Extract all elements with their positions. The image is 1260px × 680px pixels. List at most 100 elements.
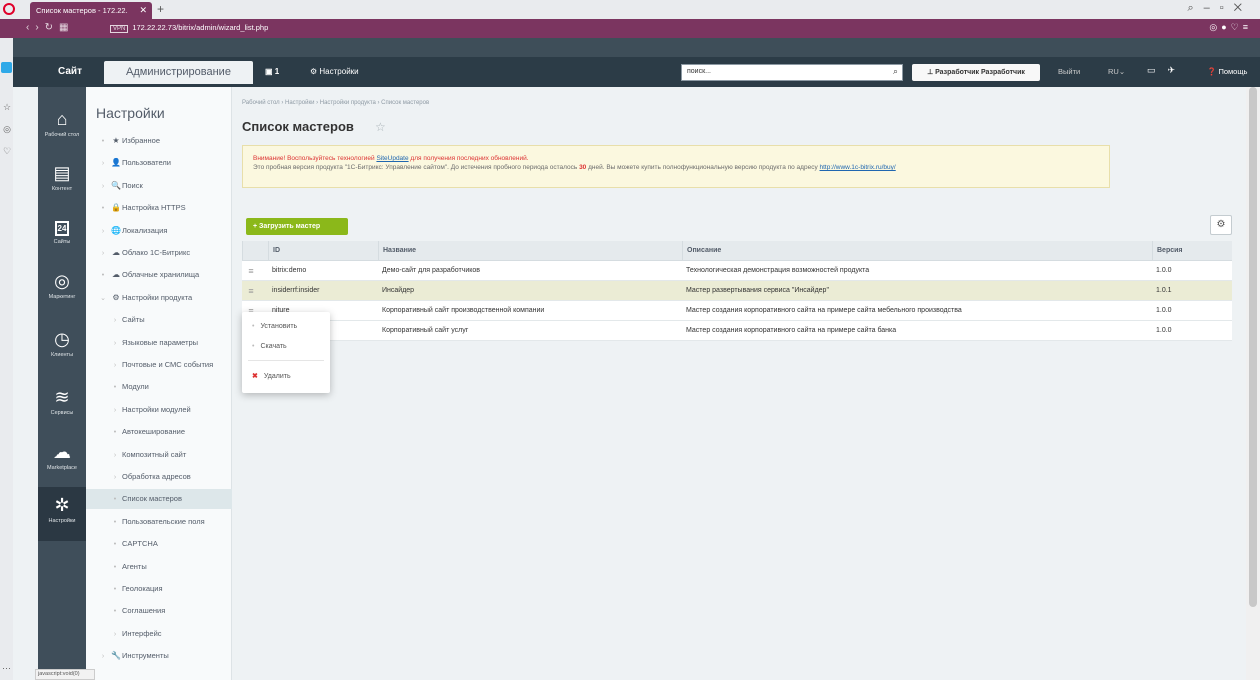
search-input[interactable]: поиск... ⌕ — [681, 64, 903, 81]
section-menu-item[interactable]: • Соглашения — [86, 601, 232, 621]
opera-logo-icon[interactable] — [3, 3, 15, 15]
menu-item-download[interactable]: • Скачать — [242, 338, 330, 356]
tab-administration[interactable]: Администрирование — [104, 61, 253, 84]
section-item-label: Настройка HTTPS — [122, 203, 186, 213]
help-icon: ❓ — [1207, 67, 1219, 76]
table-row[interactable]: ≡vicesКорпоративный сайт услугМастер соз… — [242, 321, 1232, 341]
new-tab-icon[interactable]: + — [157, 2, 164, 16]
header-name[interactable]: Название — [378, 241, 676, 261]
section-menu-item[interactable]: › Композитный сайт — [86, 445, 232, 465]
tab-close-icon[interactable]: ✕ — [139, 5, 147, 16]
left-menu-marketing[interactable]: ◎ Маркетинг — [38, 271, 86, 301]
menu-marker-icon: › — [101, 250, 105, 257]
vpn-badge[interactable]: VPN — [110, 25, 129, 33]
siteupdate-link[interactable]: SiteUpdate — [376, 155, 408, 162]
section-menu-item[interactable]: • 🔒Настройка HTTPS — [86, 198, 232, 218]
section-menu-item[interactable]: • Автокеширование — [86, 422, 232, 442]
toolbar-icons[interactable]: ▭✈ — [1147, 65, 1187, 76]
menu-item-delete[interactable]: ✖ Удалить — [242, 368, 330, 386]
address-bar: ‹›↻▦ VPN 172.22.22.73/bitrix/admin/wizard… — [0, 19, 1260, 38]
notifications-icon: ▣ — [265, 67, 275, 76]
opera-sidebar-icons[interactable]: ☆ ◎ ♡ — [2, 96, 12, 162]
logout-link[interactable]: Выйти — [1058, 67, 1080, 76]
browser-tab[interactable]: Список мастеров - 172.22. ✕ — [30, 2, 152, 19]
section-menu-item[interactable]: › Интерфейс — [86, 624, 232, 644]
opera-sidebar-active-icon[interactable] — [1, 62, 12, 73]
breadcrumb[interactable]: Рабочий стол › Настройки › Настройки про… — [242, 100, 429, 106]
nav-buttons[interactable]: ‹›↻▦ — [26, 22, 75, 33]
menu-marker-icon: › — [113, 451, 117, 459]
section-menu-item[interactable]: › Настройки модулей — [86, 400, 232, 420]
section-menu-item[interactable]: • Список мастеров — [86, 489, 232, 510]
cell-description: Мастер создания корпоративного сайта на … — [686, 327, 897, 334]
notifications-button[interactable]: ▣ 1 — [265, 67, 279, 76]
gear-icon: ⚙ — [310, 67, 320, 76]
user-button[interactable]: ⊥ Разработчик Разработчик — [912, 64, 1040, 81]
section-menu-item[interactable]: › 🌐Локализация — [86, 221, 232, 241]
left-menu-content[interactable]: ▤ Контент — [38, 163, 86, 193]
left-menu-settings[interactable]: ✲ Настройки — [38, 495, 86, 525]
header-description[interactable]: Описание — [682, 241, 1152, 261]
table-row[interactable]: ≡ bitrix:demo Демо-сайт для разработчиков Т… — [242, 261, 1232, 281]
section-item-label: Автокеширование — [122, 427, 186, 437]
section-menu-item[interactable]: › ☁ Облако 1С-Битрикс — [86, 243, 232, 263]
section-menu-item[interactable]: • Агенты — [86, 557, 232, 577]
warning-line-2: Это пробная версия продукта "1С-Битрикс:… — [253, 163, 1099, 172]
section-menu-item[interactable]: › 👤Пользователи — [86, 153, 232, 173]
left-menu-desktop[interactable]: ⌂ Рабочий стол — [38, 109, 86, 139]
tab-site[interactable]: Сайт — [46, 60, 94, 84]
scrollbar-thumb[interactable] — [1249, 87, 1257, 607]
menu-marker-icon: › — [113, 406, 117, 414]
section-item-label: Избранное — [122, 136, 161, 145]
menu-marker-icon: • — [113, 496, 117, 504]
section-title: Настройки — [96, 105, 165, 121]
section-menu-item[interactable]: ⌄ ⚙ Настройки продукта — [86, 288, 232, 308]
left-menu-marketplace[interactable]: ☁ Marketplace — [38, 442, 86, 472]
url-field[interactable]: VPN 172.22.22.73/bitrix/admin/wizard_list… — [110, 23, 268, 33]
section-item-label: Языковые параметры — [122, 337, 199, 347]
cell-name: Корпоративный сайт производственной комп… — [382, 307, 545, 314]
section-menu-item[interactable]: › Языковые параметры — [86, 333, 232, 353]
upload-wizard-button[interactable]: + Загрузить мастер — [246, 218, 348, 235]
settings-button[interactable]: ⚙ Настройки — [310, 67, 359, 76]
home-icon: ⌂ — [56, 109, 68, 129]
table-row[interactable]: ≡ insiderrf:insider Инсайдер Мастер разверт… — [242, 281, 1232, 301]
header-version[interactable]: Версия — [1152, 241, 1232, 261]
menu-separator — [248, 360, 324, 361]
left-menu-label: Сайты — [53, 239, 71, 245]
help-button[interactable]: ❓ Помощь — [1207, 67, 1247, 76]
left-menu-sites[interactable]: 24 Сайты — [38, 215, 86, 246]
main-content: Рабочий стол › Настройки › Настройки про… — [232, 87, 1246, 680]
section-menu-item[interactable]: › Обработка адресов — [86, 467, 232, 487]
section-menu-item[interactable]: • CAPTCHA — [86, 534, 232, 554]
section-menu-item[interactable]: • ☁ Облачные хранилища — [86, 265, 232, 285]
favorite-star-icon[interactable]: ☆ — [375, 120, 386, 134]
section-menu-item[interactable]: › Почтовые и СМС события — [86, 355, 232, 375]
menu-item-install[interactable]: • Установить — [242, 318, 330, 336]
menu-marker-icon: • — [113, 429, 117, 437]
left-menu-services[interactable]: ≋ Сервисы — [38, 387, 86, 417]
more-icon[interactable]: ⋯ — [2, 663, 11, 674]
section-menu-item[interactable]: › 🔍Поиск — [86, 176, 232, 196]
page-scrollbar[interactable] — [1246, 87, 1260, 680]
section-menu-item[interactable]: • Модули — [86, 377, 232, 397]
section-menu-item[interactable]: • Геолокация — [86, 579, 232, 599]
section-menu-item[interactable]: • Пользовательские поля — [86, 512, 232, 532]
section-menu-item[interactable]: • ★ Избранное — [86, 131, 232, 151]
section-menu-item[interactable]: › Сайты — [86, 310, 232, 330]
language-selector[interactable]: RU⌄ — [1108, 67, 1125, 76]
window-controls[interactable]: ⌕–▫✕ — [1187, 2, 1252, 15]
section-item-label: Пользователи — [122, 158, 171, 168]
section-menu-item[interactable]: › 🔧Инструменты — [86, 646, 232, 666]
cell-version: 1.0.0 — [1156, 307, 1172, 314]
cell-name: Инсайдер — [382, 287, 415, 294]
table-row[interactable]: ≡ niture Корпоративный сайт производственн… — [242, 301, 1232, 321]
header-id[interactable]: ID — [268, 241, 368, 261]
grid-settings-button[interactable]: ⚙ — [1210, 215, 1232, 235]
row-menu-icon[interactable]: ≡ — [242, 261, 260, 281]
buy-link[interactable]: http://www.1c-bitrix.ru/buy/ — [820, 164, 896, 171]
row-menu-icon[interactable]: ≡ — [242, 281, 260, 301]
left-menu-clients[interactable]: ◷ Клиенты — [38, 329, 86, 359]
extension-icons[interactable]: ◎●♡≡ — [1209, 22, 1252, 33]
search-icon[interactable]: ⌕ — [893, 66, 898, 77]
